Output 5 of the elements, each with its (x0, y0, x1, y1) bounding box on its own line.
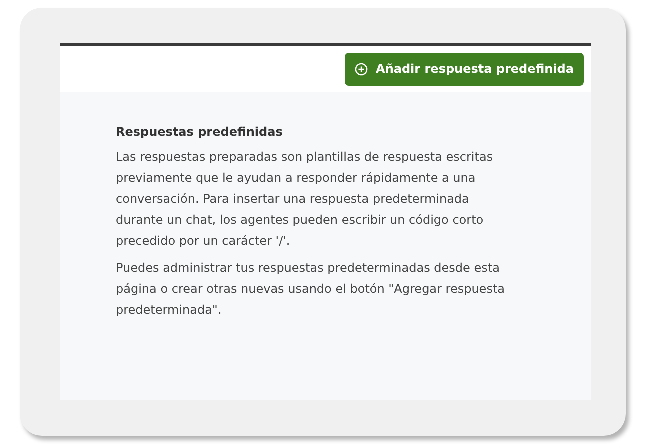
add-response-button[interactable]: Añadir respuesta predefinida (345, 52, 584, 86)
plus-circle-icon (355, 62, 368, 76)
section-title: Respuestas predefinidas (116, 124, 284, 141)
description-paragraph: Las respuestas preparadas son plantillas de respuesta escritas previamente que le ayudan a responder rápidamente a una conversación. Para insertar una respuesta predeterminada durante un chat, los agentes pueden escribir un código corto precedido por un carácter '/'. (116, 149, 494, 250)
description-paragraph: Puedes administrar tus respuestas predeterminadas desde esta página o crear otras nuevas usando el botón "Agregar respuesta predeterminada". (116, 260, 506, 319)
